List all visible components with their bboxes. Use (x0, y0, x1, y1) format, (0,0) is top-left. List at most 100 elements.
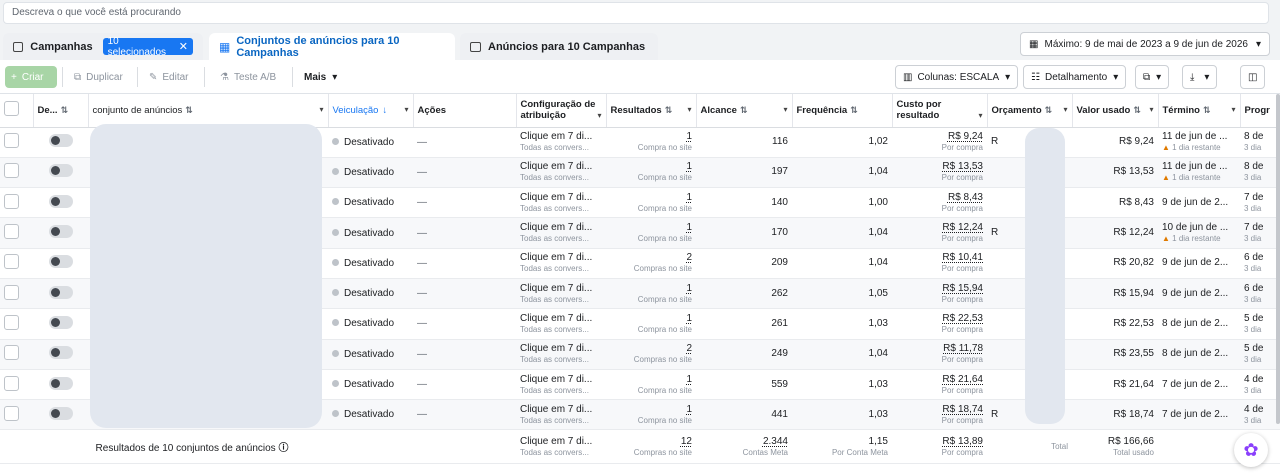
row-checkbox[interactable] (4, 375, 19, 391)
cost-value[interactable]: R$ 21,64 (896, 374, 983, 386)
chevron-down-icon[interactable]: ▾ (1231, 105, 1235, 114)
toggle-switch[interactable] (48, 194, 73, 208)
cost-value[interactable]: R$ 18,74 (896, 404, 983, 416)
toggle-switch[interactable] (48, 285, 73, 299)
vertical-scrollbar[interactable] (1276, 94, 1280, 424)
results-value[interactable]: 1 (610, 404, 692, 416)
column-frequency[interactable]: Frequência ⇅ (792, 94, 893, 128)
cost-value[interactable]: R$ 10,41 (896, 252, 983, 264)
sort-icon[interactable]: ⇅ (1045, 105, 1053, 115)
column-delivery[interactable]: Veiculação ↓ ▾ (328, 94, 414, 128)
breakdown-button[interactable]: ☷ Detalhamento ▾ (1023, 65, 1127, 89)
cost-cell: R$ 9,24 Por compra (892, 127, 987, 158)
row-checkbox[interactable] (4, 224, 19, 240)
select-all-checkbox[interactable] (4, 101, 19, 117)
column-actions[interactable]: Ações (413, 94, 517, 128)
toggle-switch[interactable] (48, 346, 73, 360)
cost-value[interactable]: R$ 12,24 (896, 222, 983, 234)
search-input[interactable]: Descreva o que você está procurando (3, 2, 1269, 24)
row-checkbox[interactable] (4, 163, 19, 179)
row-checkbox[interactable] (4, 254, 19, 270)
more-button[interactable]: Mais ▾ (298, 66, 343, 88)
results-value[interactable]: 1 (610, 222, 692, 234)
column-attribution[interactable]: Configuração de atribuição ▾ (516, 94, 607, 128)
sort-icon[interactable]: ⇅ (850, 105, 858, 115)
results-value[interactable]: 1 (610, 283, 692, 295)
chevron-down-icon[interactable]: ▾ (404, 105, 408, 114)
columns-button[interactable]: ▥ Colunas: ESCALA ▾ (895, 65, 1019, 89)
chevron-down-icon[interactable]: ▾ (978, 110, 982, 121)
totals-label: Resultados de 10 conjuntos de anúncios (95, 443, 276, 455)
chevron-down-icon[interactable]: ▾ (319, 105, 323, 114)
cost-value[interactable]: R$ 8,43 (896, 192, 983, 204)
chevron-down-icon[interactable]: ▾ (1063, 105, 1067, 114)
cost-value[interactable]: R$ 13,53 (896, 161, 983, 173)
sort-icon[interactable]: ⇅ (61, 105, 69, 115)
tab-ads[interactable]: Anúncios para 10 Campanhas (460, 33, 658, 60)
column-reach[interactable]: Alcance ⇅ ▾ (696, 94, 793, 128)
sort-down-icon[interactable]: ↓ (382, 105, 387, 116)
toggle-switch[interactable] (48, 225, 73, 239)
column-amount-spent[interactable]: Valor usado ⇅ ▾ (1072, 94, 1159, 128)
toggle-switch[interactable] (48, 406, 73, 420)
results-value[interactable]: 1 (610, 192, 692, 204)
sort-icon[interactable]: ⇅ (740, 105, 748, 115)
results-value[interactable]: 2 (610, 252, 692, 264)
sort-icon[interactable]: ⇅ (1133, 105, 1141, 115)
sort-icon[interactable]: ⇅ (1203, 105, 1211, 115)
selected-badge[interactable]: 10 selecionados ✕ (102, 35, 193, 58)
row-checkbox[interactable] (4, 345, 19, 361)
column-progress[interactable]: Progr (1240, 94, 1280, 128)
results-value[interactable]: 1 (610, 374, 692, 386)
toggle-switch[interactable] (48, 315, 73, 329)
ab-test-button[interactable]: ⚗ Teste A/B (214, 66, 282, 88)
toggle-switch[interactable] (48, 164, 73, 178)
assistant-button[interactable]: ✿ (1234, 433, 1268, 467)
column-off-on[interactable]: De... ⇅ (33, 94, 89, 128)
export-button[interactable]: ⤓ ▾ (1182, 65, 1218, 89)
create-button[interactable]: + Criar (5, 66, 57, 88)
chevron-down-icon[interactable]: ▾ (1149, 105, 1153, 114)
progress-value: 5 de (1244, 343, 1264, 355)
date-range-button[interactable]: ▦ Máximo: 9 de mai de 2023 a 9 de jun de… (1020, 32, 1270, 56)
toggle-switch[interactable] (48, 376, 73, 390)
column-budget[interactable]: Orçamento ⇅ ▾ (987, 94, 1073, 128)
column-end[interactable]: Término ⇅ ▾ (1158, 94, 1241, 128)
column-adset[interactable]: conjunto de anúncios ⇅ ▾ (88, 94, 329, 128)
results-value[interactable]: 1 (610, 161, 692, 173)
cost-value[interactable]: R$ 22,53 (896, 313, 983, 325)
tab-adsets[interactable]: ▦ Conjuntos de anúncios para 10 Campanha… (209, 33, 455, 60)
spent-value: R$ 15,94 (1113, 287, 1154, 299)
toggle-switch[interactable] (48, 134, 73, 148)
sort-icon[interactable]: ⇅ (185, 105, 193, 115)
row-checkbox[interactable] (4, 284, 19, 300)
chart-button[interactable]: ◫ (1240, 65, 1266, 89)
column-cost-per-result[interactable]: Custo por resultado ▾ (892, 94, 988, 128)
cost-value[interactable]: R$ 11,78 (896, 343, 983, 355)
column-results[interactable]: Resultados ⇅ ▾ (606, 94, 697, 128)
info-icon[interactable]: ⓘ (278, 443, 288, 454)
toggle-switch[interactable] (48, 255, 73, 269)
chevron-down-icon[interactable]: ▾ (687, 105, 691, 114)
close-icon[interactable]: ✕ (179, 40, 188, 53)
cost-value[interactable]: R$ 15,94 (896, 283, 983, 295)
progress-value: 8 de (1244, 131, 1264, 143)
duplicate-button[interactable]: ⧉ Duplicar (68, 66, 129, 88)
row-checkbox[interactable] (4, 314, 19, 330)
chevron-down-icon[interactable]: ▾ (597, 110, 601, 121)
row-checkbox[interactable] (4, 193, 19, 209)
results-value[interactable]: 2 (610, 343, 692, 355)
row-checkbox[interactable] (4, 405, 19, 421)
cost-value[interactable]: R$ 9,24 (896, 131, 983, 143)
tab-campaigns[interactable]: Campanhas 10 selecionados ✕ (3, 33, 203, 60)
totals-cost-value[interactable]: R$ 13,89 (896, 436, 983, 448)
selected-badge-label: 10 selecionados (107, 35, 166, 58)
reports-button[interactable]: ⧉ ▾ (1135, 65, 1170, 89)
results-value[interactable]: 1 (610, 131, 692, 143)
edit-button[interactable]: ✎ Editar (143, 66, 195, 88)
results-value[interactable]: 1 (610, 313, 692, 325)
row-checkbox[interactable] (4, 133, 19, 149)
sort-icon[interactable]: ⇅ (665, 105, 673, 115)
totals-results-value[interactable]: 12 (610, 436, 692, 448)
chevron-down-icon[interactable]: ▾ (783, 105, 787, 114)
